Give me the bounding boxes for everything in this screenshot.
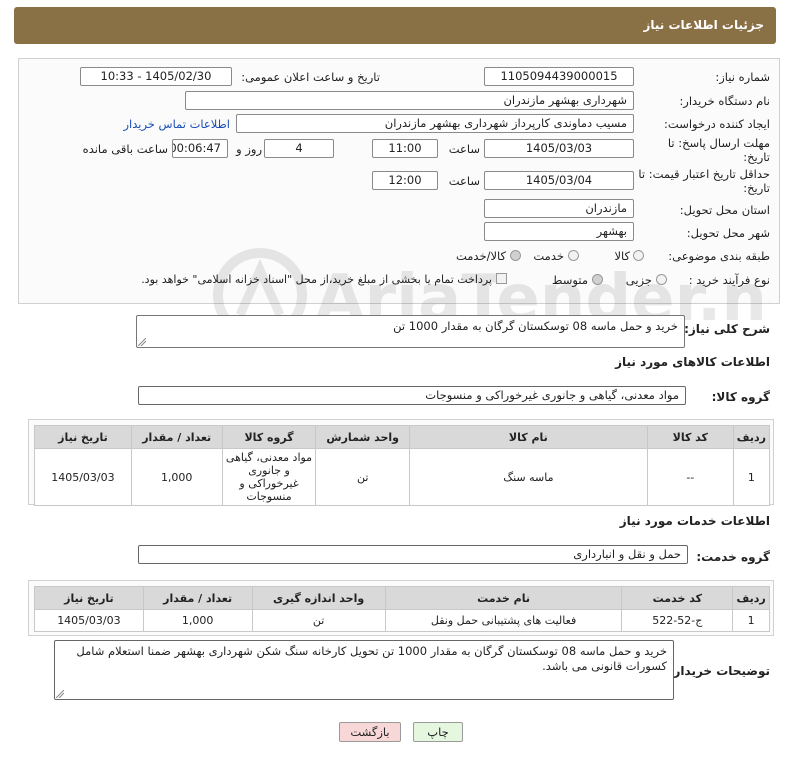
services-cell-row: 1: [732, 609, 770, 632]
process-option-minor: جزیی: [625, 273, 652, 287]
buyer-org-field[interactable]: شهرداری بهشهر مازندران: [185, 91, 634, 110]
goods-cell-qty: 1,000: [130, 448, 223, 506]
goods-section-title: اطلاعات کالاهای مورد نیاز: [615, 355, 770, 369]
process-label: نوع فرآیند خرید :: [688, 273, 770, 287]
creator-field[interactable]: مسیب دماوندی کارپرداز شهرداری بهشهر مازن…: [236, 114, 634, 133]
services-col-date: تاریخ نیاز: [34, 586, 144, 610]
reply-deadline-label: مهلت ارسال پاسخ: تا تاریخ:: [667, 136, 770, 164]
services-cell-date: 1405/03/03: [34, 609, 144, 632]
days-field[interactable]: 4: [264, 139, 334, 158]
goods-cell-row: 1: [732, 448, 771, 506]
price-deadline-label: حداقل تاریخ اعتبار قیمت: تا تاریخ:: [638, 167, 770, 195]
announce-label: تاریخ و ساعت اعلان عمومی:: [241, 70, 380, 84]
process-radio-medium[interactable]: [592, 274, 603, 285]
process-radio-minor[interactable]: [656, 274, 667, 285]
goods-cell-date: 1405/03/03: [34, 448, 132, 506]
services-cell-unit: تن: [251, 609, 386, 632]
remaining-label: ساعت باقی مانده: [82, 142, 168, 156]
city-label: شهر محل تحویل:: [686, 226, 770, 240]
goods-group-field[interactable]: مواد معدنی، گیاهی و جانوری غیرخوراکی و م…: [138, 386, 686, 405]
category-option-goods-service: کالا/خدمت: [455, 249, 506, 263]
province-field[interactable]: مازندران: [484, 199, 634, 218]
goods-col-unit: واحد شمارش: [315, 425, 410, 449]
reply-date-field[interactable]: 1405/03/03: [484, 139, 634, 158]
buyer-org-label: نام دستگاه خریدار:: [679, 94, 770, 108]
goods-cell-group: مواد معدنی، گیاهی و جانوری غیرخوراکی و م…: [221, 448, 317, 506]
goods-group-label: گروه کالا:: [711, 390, 770, 404]
goods-col-group: گروه کالا: [221, 425, 317, 449]
need-number-label: شماره نیاز:: [715, 70, 770, 84]
page-title: جزئیات اطلاعات نیاز: [643, 18, 764, 32]
reply-time-field[interactable]: 11:00: [372, 139, 438, 158]
services-cell-name: فعالیت های پشتیبانی حمل ونقل: [384, 609, 623, 632]
process-option-medium: متوسط: [551, 273, 588, 287]
description-label: شرح کلی نیاز:: [684, 322, 770, 336]
goods-col-qty: تعداد / مقدار: [130, 425, 223, 449]
goods-col-code: کد کالا: [646, 425, 734, 449]
resize-handle-icon[interactable]: [56, 690, 64, 698]
services-cell-code: ج-52-522: [621, 609, 734, 632]
services-col-code: کد خدمت: [621, 586, 734, 610]
services-group-label: گروه خدمت:: [696, 550, 770, 564]
treasury-payment-checkbox[interactable]: [496, 273, 507, 284]
goods-col-date: تاریخ نیاز: [34, 425, 132, 449]
treasury-payment-note: پرداخت تمام یا بخشی از مبلغ خرید،از محل …: [141, 273, 492, 286]
remaining-time-field[interactable]: 00:06:47: [172, 139, 228, 158]
reply-time-label: ساعت: [448, 142, 480, 156]
description-field[interactable]: خرید و حمل ماسه 08 توسکستان گرگان به مقد…: [136, 315, 685, 348]
price-date-field[interactable]: 1405/03/04: [484, 171, 634, 190]
goods-cell-code: --: [646, 448, 734, 506]
page-title-bar: جزئیات اطلاعات نیاز: [14, 7, 776, 44]
services-group-field[interactable]: حمل و نقل و انبارداری: [138, 545, 688, 564]
creator-label: ایجاد کننده درخواست:: [664, 117, 770, 131]
table-row[interactable]: 1 ج-52-522 فعالیت های پشتیبانی حمل ونقل …: [34, 609, 770, 632]
category-label: طبقه بندی موضوعی:: [668, 249, 770, 263]
goods-cell-unit: تن: [315, 448, 410, 506]
announce-datetime-field[interactable]: 1405/02/30 - 10:33: [80, 67, 232, 86]
buyer-notes-field[interactable]: خرید و حمل ماسه 08 توسکستان گرگان به مقد…: [54, 640, 674, 700]
category-radio-goods-service[interactable]: [510, 250, 521, 261]
days-label: روز و: [236, 142, 262, 156]
services-col-unit: واحد اندازه گیری: [251, 586, 386, 610]
category-option-goods: کالا: [614, 249, 630, 263]
services-section-title: اطلاعات خدمات مورد نیاز: [619, 514, 770, 528]
category-radio-service[interactable]: [568, 250, 579, 261]
price-time-field[interactable]: 12:00: [372, 171, 438, 190]
print-button[interactable]: چاپ: [413, 722, 463, 742]
category-radio-goods[interactable]: [633, 250, 644, 261]
table-row[interactable]: 1 -- ماسه سنگ تن مواد معدنی، گیاهی و جان…: [34, 448, 771, 506]
back-button[interactable]: بازگشت: [339, 722, 401, 742]
goods-col-name: نام کالا: [408, 425, 648, 449]
need-number-field[interactable]: 1105094439000015: [484, 67, 634, 86]
services-col-name: نام خدمت: [384, 586, 623, 610]
services-col-row: ردیف: [732, 586, 770, 610]
city-field[interactable]: بهشهر: [484, 222, 634, 241]
buyer-notes-label: توضیحات خریدار:: [668, 664, 770, 678]
buyer-contact-link[interactable]: اطلاعات تماس خریدار: [112, 117, 230, 131]
goods-col-row: ردیف: [732, 425, 771, 449]
resize-handle-icon[interactable]: [138, 338, 146, 346]
goods-table: ردیف کد کالا نام کالا واحد شمارش گروه کا…: [34, 425, 771, 506]
category-option-service: خدمت: [533, 249, 564, 263]
services-cell-qty: 1,000: [142, 609, 253, 632]
goods-cell-name: ماسه سنگ: [408, 448, 648, 506]
services-col-qty: تعداد / مقدار: [142, 586, 253, 610]
province-label: استان محل تحویل:: [679, 203, 770, 217]
price-time-label: ساعت: [448, 174, 480, 188]
services-table: ردیف کد خدمت نام خدمت واحد اندازه گیری ت…: [34, 586, 770, 632]
